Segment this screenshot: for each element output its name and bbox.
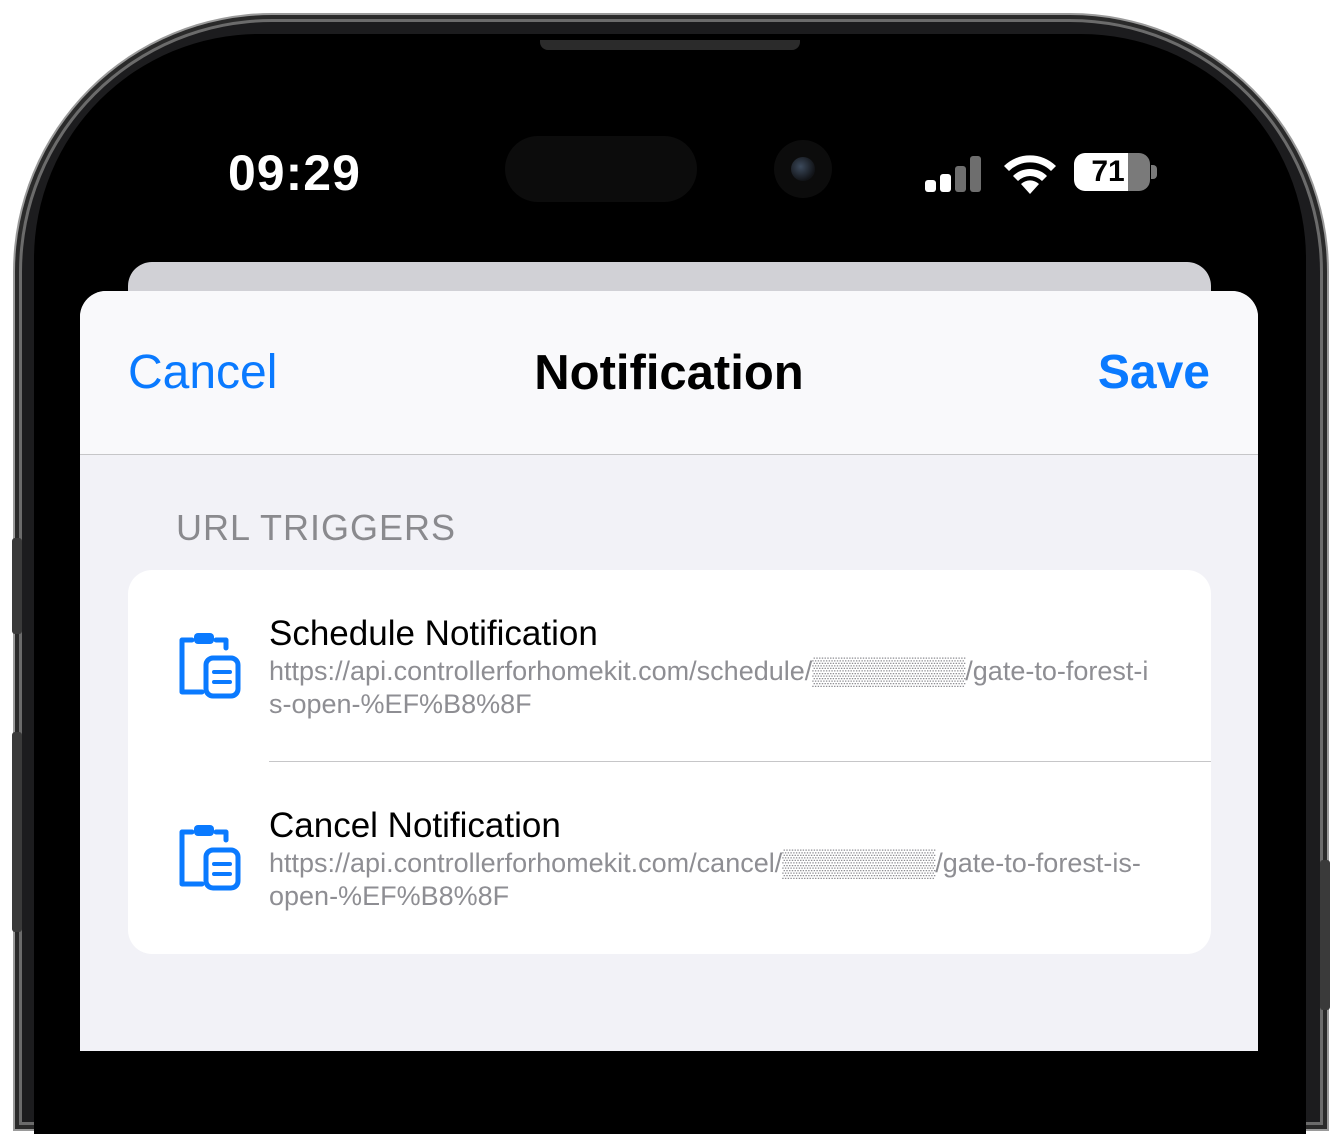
list-item-schedule-notification[interactable]: Schedule Notification https://api.contro… — [128, 570, 1211, 762]
wifi-icon — [1004, 155, 1056, 194]
save-button[interactable]: Save — [1098, 345, 1210, 400]
url-triggers-list: Schedule Notification https://api.contro… — [128, 570, 1211, 954]
trigger-url: https://api.controllerforhomekit.com/can… — [269, 848, 1141, 911]
trigger-title: Cancel Notification — [269, 806, 561, 845]
navigation-bar: Cancel Notification Save — [80, 291, 1258, 455]
list-item-cancel-notification[interactable]: Cancel Notification https://api.controll… — [128, 762, 1211, 954]
status-time: 09:29 — [228, 145, 361, 201]
battery-level: 71 — [1091, 155, 1125, 188]
cellular-signal-icon — [925, 156, 985, 192]
trigger-url: https://api.controllerforhomekit.com/sch… — [269, 656, 1149, 719]
signal-bar — [925, 180, 936, 192]
clipboard-icon — [179, 825, 241, 891]
dynamic-island — [505, 136, 697, 202]
notification-sheet: Cancel Notification Save URL TRIGGERS Sc… — [80, 291, 1258, 1051]
trigger-title: Schedule Notification — [269, 614, 598, 653]
side-button-mute — [12, 538, 22, 634]
battery-icon: 71 — [1074, 153, 1150, 191]
cancel-button[interactable]: Cancel — [128, 345, 277, 400]
signal-bar — [955, 166, 966, 192]
section-header: URL TRIGGERS — [176, 507, 457, 548]
speaker-slot — [540, 40, 800, 50]
side-button-power — [1320, 860, 1330, 1010]
side-button-volume-up — [12, 732, 22, 932]
camera-lens — [791, 157, 815, 181]
signal-bar — [970, 156, 981, 192]
clipboard-icon — [179, 633, 241, 699]
signal-bar — [940, 174, 951, 192]
front-camera — [774, 140, 832, 198]
battery-cap — [1151, 165, 1157, 179]
